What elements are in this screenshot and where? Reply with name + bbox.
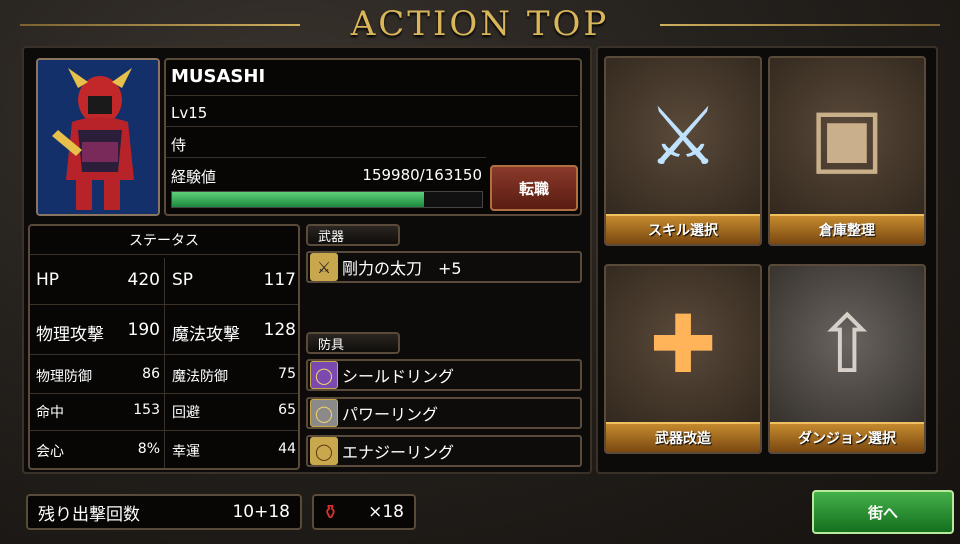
page-title: ACTION TOP — [350, 4, 610, 44]
title-line-left — [20, 24, 300, 26]
hp-value: 420 — [127, 270, 160, 290]
skill-select-label: スキル選択 — [606, 214, 760, 244]
pdef-value: 86 — [142, 366, 160, 382]
matk-value: 128 — [263, 320, 296, 340]
hit-value: 153 — [133, 402, 160, 418]
armor-name: パワーリング — [342, 405, 439, 424]
status-title: ステータス — [129, 233, 199, 249]
character-class: 侍 — [171, 136, 187, 154]
title-line-right — [660, 24, 940, 26]
crit-label: 会心 — [36, 444, 64, 460]
divider — [164, 258, 165, 468]
flaming-swords-icon: ✚ — [649, 297, 717, 391]
divider — [30, 254, 298, 255]
hp-label: HP — [36, 270, 60, 290]
dungeon-select-tile[interactable]: ⇧ ダンジョン選択 — [768, 264, 926, 454]
chest-icon: ▣ — [809, 89, 885, 183]
armor-slot[interactable]: ◯ シールドリング — [306, 359, 582, 391]
armor-slot[interactable]: ◯ エナジーリング — [306, 435, 582, 467]
samurai-portrait-icon — [38, 60, 158, 214]
sorties-box: 残り出撃回数 10+18 — [26, 494, 302, 530]
action-top-screen: ACTION TOP MUSASHI Lv15 侍 経験値 159980/163… — [0, 0, 960, 544]
weapon-mod-tile[interactable]: ✚ 武器改造 — [604, 264, 762, 454]
go-to-town-button[interactable]: 街へ — [812, 490, 954, 534]
armor-name: エナジーリング — [342, 443, 455, 462]
sp-value: 117 — [263, 270, 296, 290]
ring-icon: ◯ — [310, 361, 338, 389]
weapon-slot[interactable]: ⚔ 剛力の太刀 +5 — [306, 251, 582, 283]
potion-icon: ⚱ — [322, 500, 339, 524]
potion-box: ⚱ ×18 — [312, 494, 416, 530]
eva-label: 回避 — [172, 405, 200, 421]
ring-icon: ◯ — [310, 437, 338, 465]
character-name: MUSASHI — [171, 66, 266, 87]
exp-bar-fill — [172, 192, 425, 207]
luck-value: 44 — [278, 441, 296, 457]
exp-value: 159980/163150 — [362, 166, 482, 184]
storage-label: 倉庫整理 — [770, 214, 924, 244]
weapon-mod-label: 武器改造 — [606, 422, 760, 452]
luck-label: 幸運 — [172, 444, 200, 460]
exp-bar — [171, 191, 483, 208]
mdef-value: 75 — [278, 366, 296, 382]
armor-name: シールドリング — [342, 367, 455, 386]
dungeon-gate-icon: ⇧ — [813, 297, 881, 391]
character-level: Lv15 — [171, 104, 208, 122]
crossed-swords-icon: ⚔ — [647, 89, 719, 183]
divider — [166, 95, 578, 96]
eva-value: 65 — [278, 402, 296, 418]
job-change-button[interactable]: 転職 — [490, 165, 578, 211]
sorties-value: 10+18 — [232, 502, 290, 522]
pdef-label: 物理防御 — [36, 369, 92, 385]
sorties-label: 残り出撃回数 — [38, 504, 140, 525]
title-bar: ACTION TOP — [0, 0, 960, 48]
armor-tab: 防具 — [306, 332, 400, 354]
skill-select-tile[interactable]: ⚔ スキル選択 — [604, 56, 762, 246]
character-portrait — [36, 58, 160, 216]
crit-value: 8% — [137, 441, 160, 457]
divider — [166, 126, 578, 127]
weapon-tab: 武器 — [306, 224, 400, 246]
armor-slot[interactable]: ◯ パワーリング — [306, 397, 582, 429]
storage-tile[interactable]: ▣ 倉庫整理 — [768, 56, 926, 246]
sword-icon: ⚔ — [310, 253, 338, 281]
sp-label: SP — [172, 270, 194, 290]
matk-label: 魔法攻撃 — [172, 325, 240, 345]
divider — [166, 157, 486, 158]
dungeon-select-label: ダンジョン選択 — [770, 422, 924, 452]
mdef-label: 魔法防御 — [172, 369, 228, 385]
patk-label: 物理攻撃 — [36, 325, 104, 345]
exp-label: 経験値 — [171, 168, 217, 186]
hit-label: 命中 — [36, 405, 64, 421]
patk-value: 190 — [127, 320, 160, 340]
weapon-name: 剛力の太刀 +5 — [342, 259, 462, 278]
potion-count: ×18 — [368, 502, 404, 522]
ring-icon: ◯ — [310, 399, 338, 427]
